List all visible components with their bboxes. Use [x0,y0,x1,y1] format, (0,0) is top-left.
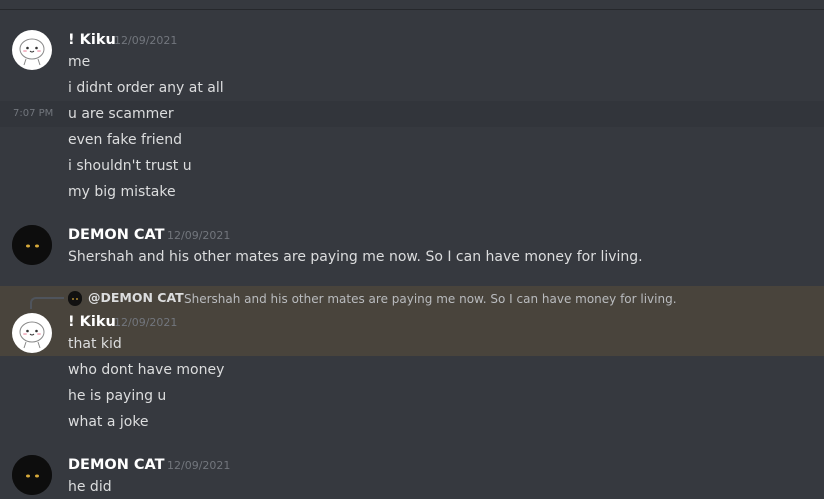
message-timestamp: 12/09/2021 [114,34,178,47]
message-author[interactable]: ! Kiku [68,31,116,49]
message-author[interactable]: DEMON CAT [68,226,165,244]
reply-avatar[interactable] [68,291,82,306]
message-text: i shouldn't trust u [68,158,192,174]
message-timestamp: 12/09/2021 [167,229,231,242]
avatar[interactable] [12,455,52,495]
message-text: u are scammer [68,106,174,122]
avatar[interactable] [12,313,52,353]
message-timestamp: 12/09/2021 [114,316,178,329]
avatar[interactable] [12,225,52,265]
hover-timestamp: 7:07 PM [13,108,54,119]
message-text: me [68,54,91,70]
message-text: what a joke [68,414,149,430]
avatar[interactable] [12,30,52,70]
message-text: i didnt order any at all [68,80,224,96]
reply-author[interactable]: @DEMON CAT [88,290,184,306]
message-text: he did [68,479,112,495]
message-text: he is paying u [68,388,167,404]
message-text: Shershah and his other mates are paying … [68,249,643,265]
kiku-avatar-icon [19,321,45,349]
kiku-avatar-icon [19,38,45,66]
reply-connector [30,297,64,309]
message-text: that kid [68,336,122,352]
message-text: even fake friend [68,132,182,148]
message-author[interactable]: ! Kiku [68,313,116,331]
message-text: who dont have money [68,362,225,378]
cat-avatar-icon [68,292,82,306]
cat-avatar-icon [12,455,52,495]
message-timestamp: 12/09/2021 [167,459,231,472]
top-divider [0,0,824,10]
cat-avatar-icon [12,225,52,265]
message-text: my big mistake [68,184,176,200]
message-author[interactable]: DEMON CAT [68,456,165,474]
reply-preview-text[interactable]: Shershah and his other mates are paying … [184,291,677,307]
